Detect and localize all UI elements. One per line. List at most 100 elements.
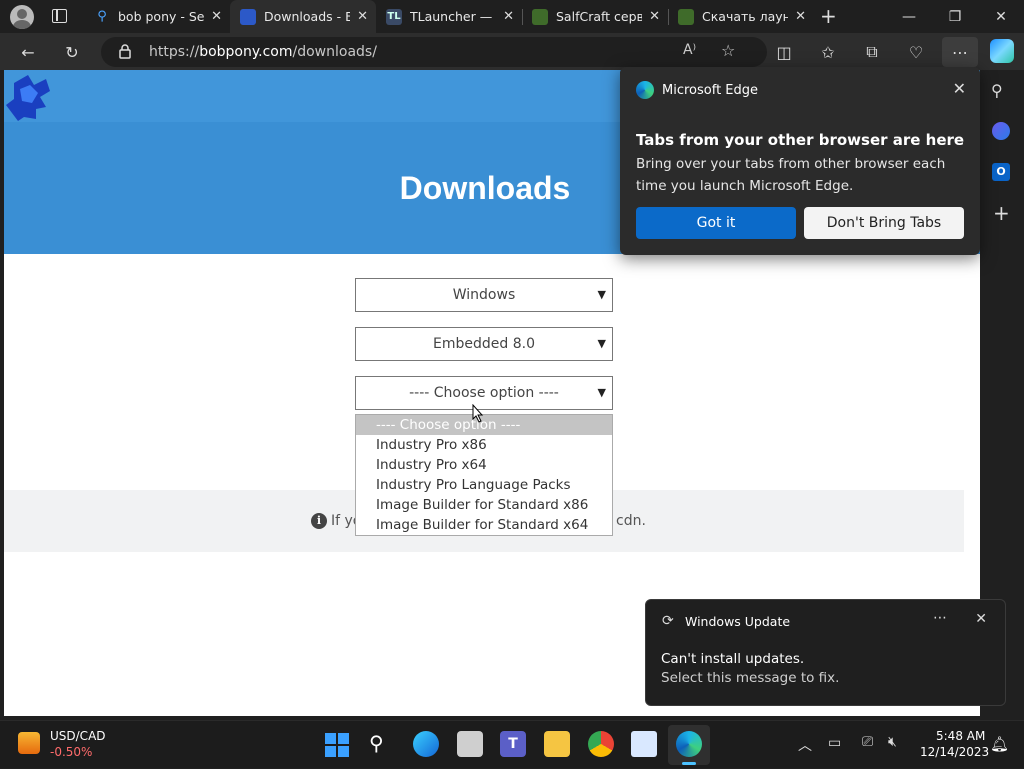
back-icon[interactable]: ←: [17, 41, 39, 63]
clock-date[interactable]: 12/14/2023: [920, 745, 989, 759]
weather-widget[interactable]: USD/CAD -0.50%: [0, 721, 120, 769]
favorites-icon[interactable]: ✩: [817, 41, 839, 63]
lock-icon[interactable]: [119, 44, 131, 59]
os-select-value: Windows: [452, 287, 516, 303]
teams-icon[interactable]: T: [500, 731, 526, 757]
collections-icon[interactable]: ⧉: [861, 41, 883, 63]
search-icon[interactable]: ⚲: [369, 731, 384, 755]
tab-tlauncher[interactable]: TL TLauncher — C ✕: [376, 0, 522, 33]
search-icon[interactable]: ⚲: [991, 81, 1003, 100]
file-explorer-icon[interactable]: [544, 731, 570, 757]
settings-more-icon[interactable]: ⋯: [942, 37, 978, 67]
close-window-button[interactable]: ✕: [978, 0, 1024, 33]
chevron-down-icon: ▼: [597, 288, 606, 301]
virtualbox-icon[interactable]: [631, 731, 657, 757]
edition-dropdown-list: ---- Choose option ---- Industry Pro x86…: [355, 414, 613, 536]
tab-strip: ⚲ bob pony - Sea ✕ Downloads - B ✕ TL TL…: [0, 0, 1024, 33]
browser-essentials-icon[interactable]: ♡: [905, 41, 927, 63]
split-screen-icon[interactable]: ◫: [773, 41, 795, 63]
volume-muted-icon[interactable]: 🔇︎: [888, 734, 897, 750]
copilot-icon[interactable]: [990, 39, 1014, 63]
os-select[interactable]: Windows ▼: [355, 278, 613, 312]
close-icon[interactable]: ✕: [975, 611, 987, 627]
toast-message: Can't install updates.: [661, 651, 805, 667]
minecraft-favicon-icon: [532, 8, 548, 25]
chevron-down-icon: ▼: [597, 337, 606, 350]
mouse-cursor-icon: [472, 404, 484, 423]
tab-title: Скачать лаунч: [702, 9, 788, 24]
edge-taskbar-active[interactable]: [668, 725, 710, 765]
tab-title: SalfCraft серве: [556, 9, 642, 24]
close-tab-icon[interactable]: ✕: [503, 9, 514, 24]
dropdown-option[interactable]: Industry Pro x64: [356, 455, 612, 475]
edge-icon: [676, 731, 702, 757]
tab-bob-pony-search[interactable]: ⚲ bob pony - Sea ✕: [84, 0, 230, 33]
profile-avatar[interactable]: [10, 5, 34, 29]
show-hidden-icons-icon[interactable]: ︿: [798, 735, 812, 755]
info-text-tail: cdn.: [616, 513, 646, 529]
refresh-icon[interactable]: ↻: [61, 41, 83, 63]
widget-title: USD/CAD: [50, 729, 106, 743]
dropdown-option[interactable]: Image Builder for Standard x64: [356, 515, 612, 535]
dropdown-option[interactable]: Industry Pro x86: [356, 435, 612, 455]
tab-title: Downloads - B: [264, 9, 350, 24]
new-tab-icon[interactable]: +: [820, 4, 837, 28]
vertical-tabs-icon[interactable]: [52, 9, 67, 23]
read-aloud-icon[interactable]: A⁾: [683, 42, 696, 58]
close-tab-icon[interactable]: ✕: [357, 9, 368, 24]
tab-title: bob pony - Sea: [118, 9, 204, 24]
widget-value: -0.50%: [50, 745, 93, 759]
tab-salfcraft[interactable]: SalfCraft серве ✕: [522, 0, 668, 33]
add-sidebar-app-icon[interactable]: +: [993, 201, 1010, 225]
favorite-star-icon[interactable]: ☆: [721, 41, 735, 60]
dropdown-option[interactable]: Image Builder for Standard x86: [356, 495, 612, 515]
display-icon[interactable]: ⎚: [862, 734, 873, 750]
tab-title: TLauncher — C: [410, 9, 496, 24]
close-tab-icon[interactable]: ✕: [649, 9, 660, 24]
more-options-icon[interactable]: ⋯: [933, 610, 947, 626]
clock-time[interactable]: 5:48 AM: [936, 729, 985, 743]
popup-body: Bring over your tabs from other browser …: [636, 156, 946, 194]
tab-downloads[interactable]: Downloads - B ✕: [230, 0, 376, 33]
dont-bring-tabs-button[interactable]: Don't Bring Tabs: [804, 207, 964, 239]
toast-submessage: Select this message to fix.: [661, 670, 840, 686]
task-view-icon[interactable]: [457, 731, 483, 757]
close-tab-icon[interactable]: ✕: [211, 9, 222, 24]
info-icon: i: [311, 513, 327, 529]
notification-bell-icon[interactable]: 🔔︎: [990, 735, 1009, 753]
bobpony-logo[interactable]: [6, 73, 54, 123]
copilot-sidebar-icon[interactable]: [992, 122, 1010, 140]
toast-app-name: Windows Update: [685, 614, 791, 629]
minecraft-favicon-icon: [678, 8, 694, 25]
windows-update-toast[interactable]: ⟳ Windows Update ⋯ ✕ Can't install updat…: [645, 599, 1006, 706]
toolbar: ← ↻ https://bobpony.com/downloads/ A⁾ ☆ …: [0, 33, 1024, 70]
network-icon[interactable]: ▭: [828, 735, 841, 751]
edge-preview-icon[interactable]: [413, 731, 439, 757]
start-button[interactable]: [325, 733, 349, 757]
close-icon[interactable]: ✕: [953, 79, 966, 98]
version-select[interactable]: Embedded 8.0 ▼: [355, 327, 613, 361]
dropdown-option[interactable]: Industry Pro Language Packs: [356, 475, 612, 495]
outlook-icon[interactable]: O: [992, 163, 1010, 181]
chevron-down-icon: ▼: [597, 386, 606, 399]
stock-chart-icon: [18, 732, 40, 754]
taskbar: USD/CAD -0.50% ⚲ T ︿ ▭ ⎚ 🔇︎ 5:48 AM 12/1…: [0, 720, 1024, 768]
popup-heading: Tabs from your other browser are here: [636, 131, 965, 149]
search-icon: ⚲: [97, 9, 107, 24]
got-it-button[interactable]: Got it: [636, 207, 796, 239]
sync-icon: ⟳: [662, 613, 674, 629]
edge-logo-icon: [636, 81, 654, 99]
popup-app-name: Microsoft Edge: [662, 83, 759, 98]
edge-import-tabs-popup: Microsoft Edge ✕ Tabs from your other br…: [620, 67, 980, 255]
close-tab-icon[interactable]: ✕: [795, 9, 806, 24]
address-bar[interactable]: https://bobpony.com/downloads/ A⁾ ☆: [101, 37, 767, 67]
restore-button[interactable]: ❐: [932, 0, 978, 33]
chrome-icon[interactable]: [588, 731, 614, 757]
minimize-button[interactable]: —: [886, 0, 932, 33]
url-text: https://bobpony.com/downloads/: [149, 44, 377, 60]
bobpony-favicon-icon: [240, 8, 256, 25]
version-select-value: Embedded 8.0: [433, 336, 535, 352]
tlauncher-favicon-icon: TL: [386, 8, 402, 25]
tab-launcher-download[interactable]: Скачать лаунч ✕: [668, 0, 814, 33]
edition-select-value: ---- Choose option ----: [409, 385, 559, 401]
